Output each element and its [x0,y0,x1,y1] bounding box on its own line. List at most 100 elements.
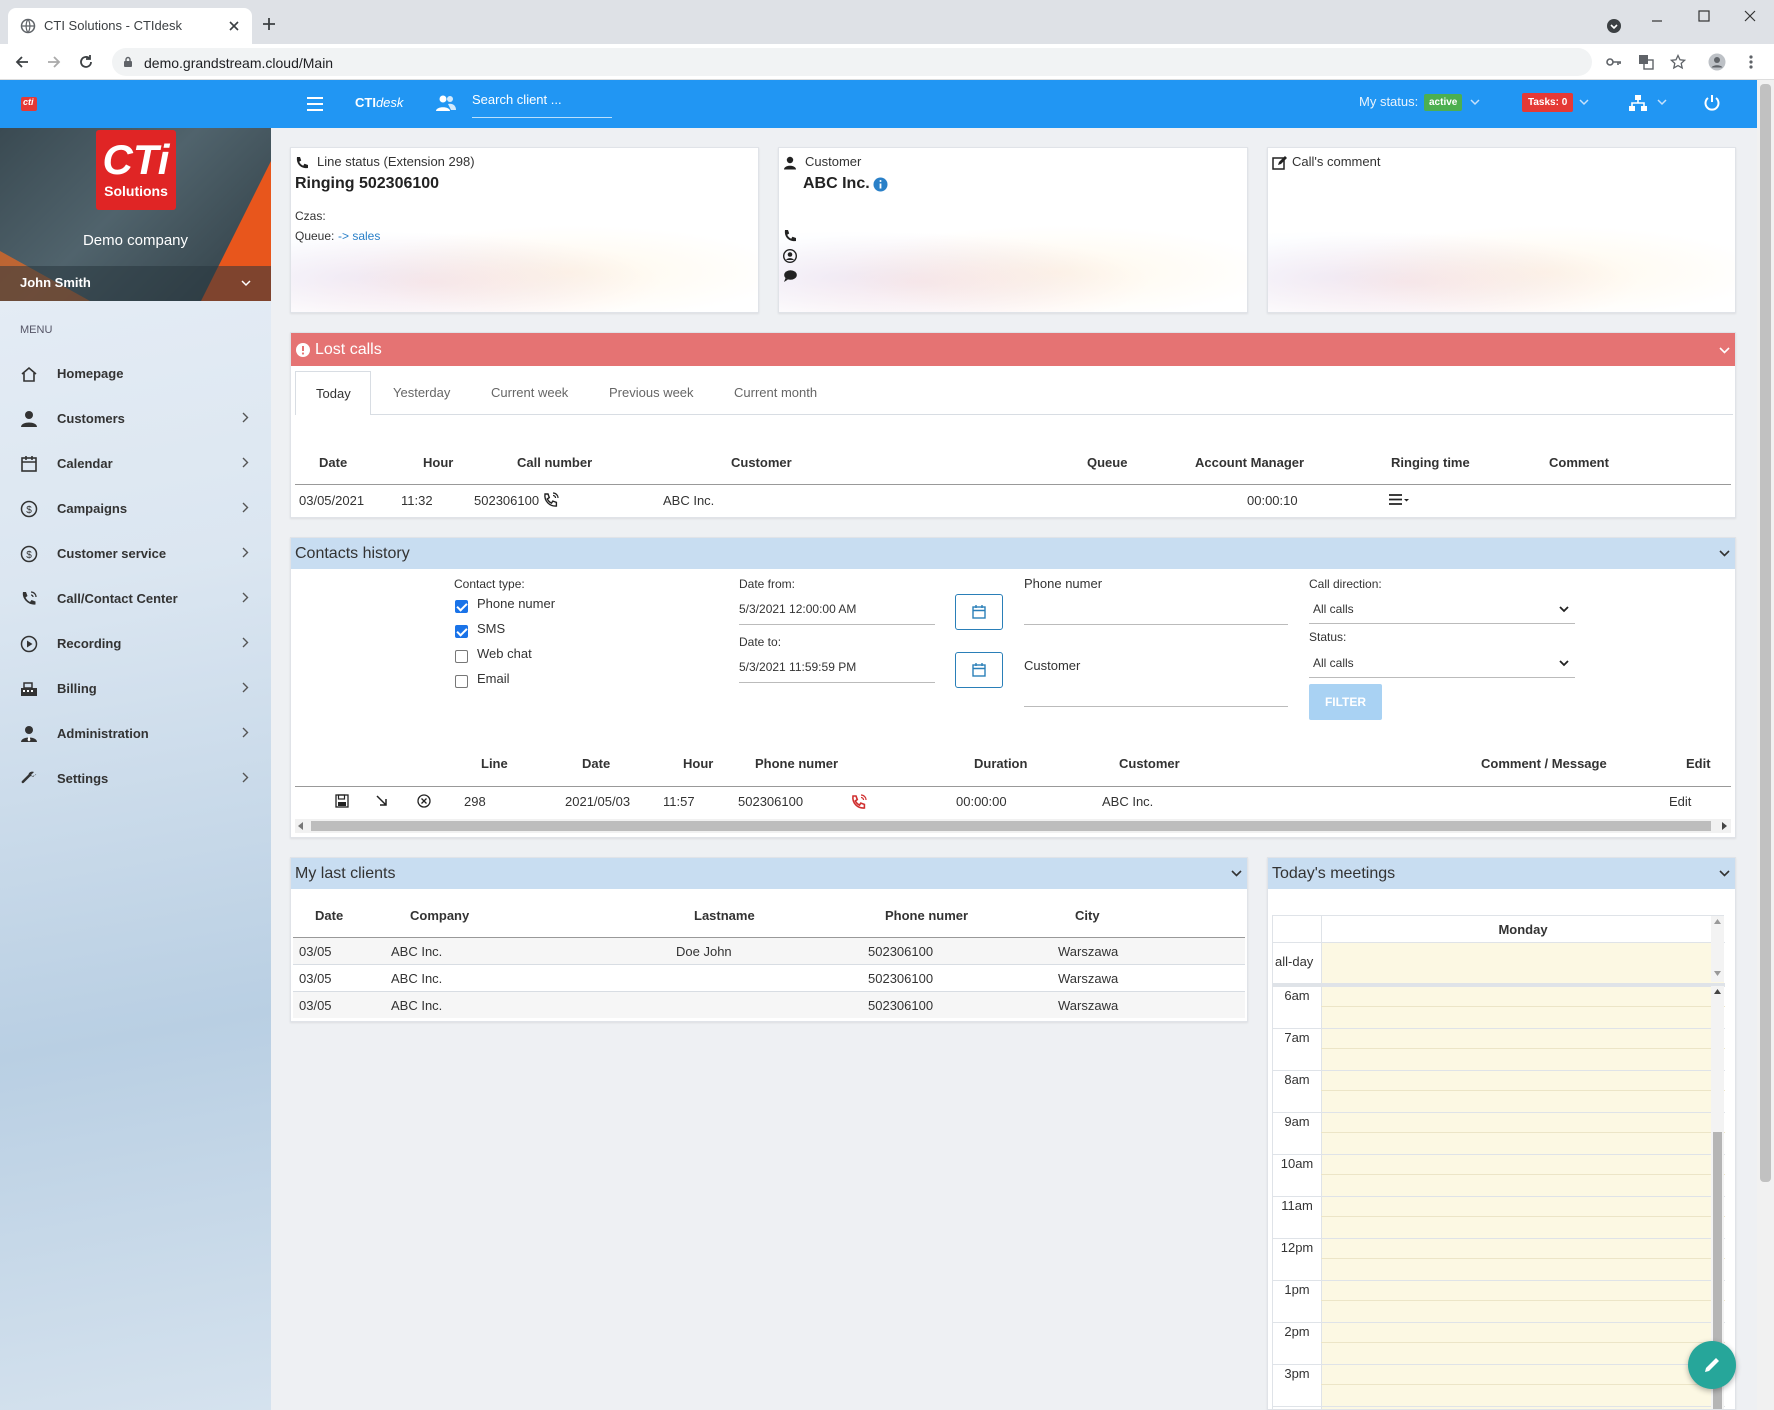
last-clients-header[interactable]: My last clients [291,858,1247,889]
status-select[interactable]: All calls [1309,648,1575,678]
close-tab-icon[interactable] [228,20,240,32]
reload-icon[interactable] [78,54,94,70]
webchat-checkbox[interactable] [455,650,468,663]
meetings-header[interactable]: Today's meetings [1268,858,1735,889]
tab-search-icon[interactable] [1606,18,1622,34]
sms-checkbox[interactable] [455,625,468,638]
hamburger-menu-icon[interactable] [306,96,324,112]
browser-tab[interactable]: CTI Solutions - CTIdesk [8,8,252,44]
tab-today[interactable]: Today [295,371,371,415]
key-icon[interactable] [1606,55,1622,69]
date-to-input[interactable]: 5/3/2021 11:59:59 PM [739,652,935,682]
column-header[interactable]: Hour [423,455,453,470]
table-row[interactable]: 03/05 ABC Inc. Doe John 502306100 Warsza… [293,938,1245,964]
user-menu[interactable]: John Smith [0,266,271,301]
call-direction-select[interactable]: All calls [1309,594,1575,624]
power-icon[interactable] [1703,94,1721,112]
date-to-calendar-button[interactable] [955,652,1003,688]
allday-scrollbar[interactable] [1711,916,1724,982]
filter-button[interactable]: FILTER [1309,684,1382,720]
tasks-badge[interactable]: Tasks: 0 [1522,93,1574,112]
sidebar-item-customers[interactable]: Customers [0,397,271,441]
bookmark-star-icon[interactable] [1670,54,1686,70]
minimize-icon[interactable] [1650,14,1664,28]
cell-company-link[interactable]: ABC Inc. [391,944,442,959]
contacts-history-header[interactable]: Contacts history [291,538,1735,569]
column-header-sortable[interactable]: Customer [731,455,792,470]
column-header[interactable]: Hour [683,756,713,771]
profile-icon[interactable] [1708,53,1726,71]
user-chevron-down-icon[interactable] [241,280,251,287]
table-row[interactable]: 03/05 ABC Inc. 502306100 Warszawa [293,965,1245,991]
table-row[interactable]: 03/05 ABC Inc. 502306100 Warszawa [293,992,1245,1018]
forward-icon[interactable] [46,54,62,70]
sitemap-icon[interactable] [1628,94,1648,112]
tab-current-month[interactable]: Current month [734,385,817,400]
table-row[interactable]: 298 2021/05/03 11:57 502306100 00:00:00 … [295,787,1731,817]
back-icon[interactable] [14,54,30,70]
collapse-chevron-icon[interactable] [1719,870,1730,877]
phone-checkbox[interactable] [455,600,468,613]
save-icon[interactable] [335,794,349,808]
date-from-calendar-button[interactable] [955,594,1003,630]
queue-link[interactable]: -> sales [338,229,380,243]
call-back-icon[interactable] [543,492,559,508]
collapse-chevron-icon[interactable] [1719,550,1730,557]
date-from-input[interactable]: 5/3/2021 12:00:00 AM [739,594,935,624]
sidebar-item-campaigns[interactable]: $ Campaigns [0,487,271,531]
cell-company-link[interactable]: ABC Inc. [391,998,442,1013]
floating-edit-button[interactable] [1688,1341,1736,1389]
table-horizontal-scrollbar[interactable] [295,819,1731,833]
status-chevron-down-icon[interactable] [1470,99,1480,106]
cell-lastname-link[interactable]: Doe John [676,944,732,959]
brand-name[interactable]: CTIdesk [355,95,403,110]
customer-field[interactable] [1024,678,1288,706]
sidebar-item-homepage[interactable]: Homepage [0,352,271,396]
cell-customer-link[interactable]: ABC Inc. [663,493,714,508]
scroll-left-icon[interactable] [298,822,304,830]
tab-yesterday[interactable]: Yesterday [393,385,450,400]
column-header[interactable]: Line [481,756,508,771]
maximize-icon[interactable] [1697,9,1711,23]
column-header[interactable]: Ringing time [1391,455,1470,470]
column-header[interactable]: Call number [517,455,592,470]
user-circle-icon[interactable] [783,249,797,263]
column-header[interactable]: Comment [1549,455,1609,470]
scroll-down-icon[interactable] [1714,971,1721,976]
time-grid[interactable] [1322,986,1724,1409]
column-header[interactable]: Comment / Message [1481,756,1607,771]
column-header[interactable]: Queue [1087,455,1127,470]
column-header-sortable[interactable]: Customer [1119,756,1180,771]
browser-menu-icon[interactable] [1748,54,1754,70]
lock-icon[interactable] [122,56,134,68]
sidebar-item-customer-service[interactable]: $ Customer service [0,532,271,576]
sidebar-item-administration[interactable]: Administration [0,712,271,756]
tab-current-week[interactable]: Current week [491,385,568,400]
sidebar-item-recording[interactable]: Recording [0,622,271,666]
phone-icon[interactable] [783,229,797,243]
cell-company-link[interactable]: ABC Inc. [391,971,442,986]
translate-icon[interactable] [1638,54,1654,70]
comment-icon[interactable] [783,269,797,283]
scroll-up-icon[interactable] [1714,919,1721,924]
column-header[interactable]: Date [582,756,610,771]
table-row[interactable]: 03/05/2021 11:32 502306100 ABC Inc. 00:0… [295,485,1731,515]
missed-call-icon[interactable] [851,794,867,810]
scroll-thumb[interactable] [311,821,1711,831]
column-header[interactable]: Duration [974,756,1027,771]
sidebar-item-billing[interactable]: Billing [0,667,271,711]
sidebar-item-call-contact-center[interactable]: Call/Contact Center [0,577,271,621]
address-bar[interactable]: demo.grandstream.cloud/Main [112,48,1592,76]
scroll-up-icon[interactable] [1714,989,1721,994]
column-header[interactable]: Phone numer [885,908,968,923]
column-header[interactable]: Lastname [694,908,755,923]
sidebar-item-calendar[interactable]: Calendar [0,442,271,486]
tasks-chevron-down-icon[interactable] [1579,99,1589,106]
column-header[interactable]: Phone numer [755,756,838,771]
status-badge[interactable]: active [1424,94,1463,111]
search-client-input[interactable]: Search client ... [472,90,612,118]
collapse-chevron-icon[interactable] [1231,870,1242,877]
edit-link[interactable]: Edit [1669,794,1691,809]
collapse-chevron-icon[interactable] [1719,347,1730,354]
phone-field[interactable] [1024,596,1288,624]
